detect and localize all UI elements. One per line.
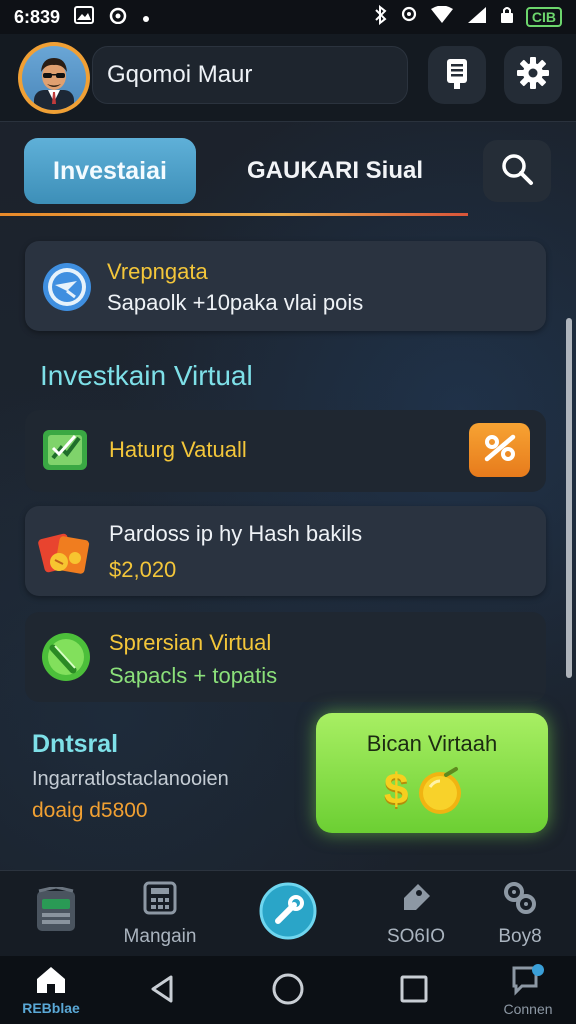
back-triangle-icon bbox=[147, 973, 177, 1008]
compass-icon bbox=[41, 261, 93, 318]
calculator-icon bbox=[142, 880, 178, 922]
avatar-portrait bbox=[22, 46, 86, 110]
promo-card[interactable]: Vrepngata Sapaolk +10paka vlai pois bbox=[25, 241, 546, 331]
sys-back-button[interactable] bbox=[140, 956, 184, 1024]
nav-item-machine[interactable] bbox=[20, 871, 92, 957]
promo-subtitle: Sapaolk +10paka vlai pois bbox=[107, 290, 364, 315]
percent-icon bbox=[481, 433, 519, 468]
lock-icon bbox=[500, 6, 514, 29]
sys-overview-home-button[interactable] bbox=[266, 956, 310, 1024]
wifi-icon bbox=[430, 5, 454, 29]
system-nav-bar: REBblae Connen bbox=[0, 956, 576, 1024]
tab-investaiai[interactable]: Investaiai bbox=[24, 138, 196, 204]
image-notification-icon bbox=[74, 5, 95, 29]
user-name-field[interactable]: Gqomoi Maur bbox=[92, 46, 408, 104]
machine-icon bbox=[33, 885, 79, 941]
dot-notification-icon bbox=[142, 7, 150, 28]
notes-button[interactable] bbox=[428, 46, 486, 104]
avatar[interactable] bbox=[18, 42, 90, 114]
item-title: Sprersian Virtual bbox=[109, 630, 272, 655]
nav-label: Boy8 bbox=[498, 926, 542, 947]
tab-indicator bbox=[0, 213, 468, 216]
app-header: Gqomoi Maur bbox=[0, 34, 576, 122]
camera-notification-icon bbox=[108, 6, 128, 29]
circle-home-icon bbox=[271, 972, 305, 1009]
daily-amount: doaig d5800 bbox=[32, 799, 148, 822]
battery-indicator: CIB bbox=[525, 7, 562, 27]
status-bar: 6:839 CIB bbox=[0, 0, 576, 34]
gift-cards-icon bbox=[37, 526, 95, 585]
percent-action-button[interactable] bbox=[469, 423, 530, 477]
nav-item-mangain[interactable]: Mangain bbox=[112, 871, 208, 957]
list-item[interactable]: Sprersian Virtual Sapacls + topatis bbox=[25, 612, 546, 702]
sys-home-button[interactable]: REBblae bbox=[12, 956, 90, 1024]
gear-cluster-icon bbox=[502, 880, 538, 922]
tab-label: Investaiai bbox=[53, 156, 167, 185]
home-label: REBblae bbox=[22, 999, 80, 1016]
gear-icon bbox=[516, 56, 550, 95]
sys-chat-button[interactable]: Connen bbox=[492, 956, 564, 1024]
promo-title: Vrepngata bbox=[107, 259, 208, 284]
nav-item-boy8[interactable]: Boy8 bbox=[484, 871, 556, 957]
signal-icon bbox=[466, 6, 488, 29]
tab-gaukari-siual[interactable]: GAUKARI Siual bbox=[210, 138, 460, 204]
nav-item-center[interactable] bbox=[252, 871, 324, 957]
item-subtitle: Sapacls + topatis bbox=[109, 663, 278, 688]
bluetooth-icon bbox=[374, 4, 388, 30]
item-value: $2,020 bbox=[109, 557, 177, 582]
tag-icon bbox=[398, 880, 434, 922]
nav-label: SO6IO bbox=[386, 926, 446, 947]
section-title: Investkain Virtual bbox=[40, 360, 253, 391]
nav-label: Mangain bbox=[123, 926, 197, 947]
daily-title: Dntsral bbox=[32, 730, 119, 758]
gold-coin-icon bbox=[416, 765, 466, 822]
clipboard-icon bbox=[443, 56, 471, 95]
item-title: Pardoss ip hy Hash bakils bbox=[109, 521, 363, 546]
chart-check-icon bbox=[41, 426, 91, 479]
home-icon bbox=[34, 965, 68, 998]
list-item[interactable]: Haturg Vatuall bbox=[25, 410, 546, 492]
bottom-nav: Mangain SO6IO Boy8 bbox=[0, 870, 576, 956]
green-chip-icon bbox=[39, 630, 93, 689]
search-icon bbox=[500, 152, 534, 191]
user-name: Gqomoi Maur bbox=[107, 61, 253, 88]
chat-bubble-icon bbox=[510, 963, 546, 999]
tab-label: GAUKARI Siual bbox=[246, 157, 423, 184]
scrollbar[interactable] bbox=[566, 318, 572, 678]
settings-button[interactable] bbox=[504, 46, 562, 104]
location-icon bbox=[400, 5, 418, 30]
daily-subtitle: Ingarratlostaclanooien bbox=[32, 768, 229, 790]
bonus-button[interactable]: Bican Virtaah $ bbox=[316, 713, 548, 833]
center-wrench-icon bbox=[258, 881, 318, 947]
nav-item-so6io[interactable]: SO6IO bbox=[376, 871, 456, 957]
item-title: Haturg Vatuall bbox=[109, 437, 247, 462]
bonus-dollar-symbol: $ bbox=[384, 765, 409, 814]
square-recents-icon bbox=[399, 974, 429, 1007]
status-time: 6:839 bbox=[14, 6, 61, 27]
bonus-label: Bican Virtaah bbox=[366, 731, 498, 756]
list-item[interactable]: Pardoss ip hy Hash bakils $2,020 bbox=[25, 506, 546, 596]
chat-label: Connen bbox=[503, 1000, 553, 1017]
search-button[interactable] bbox=[483, 140, 551, 202]
sys-recents-button[interactable] bbox=[392, 956, 436, 1024]
